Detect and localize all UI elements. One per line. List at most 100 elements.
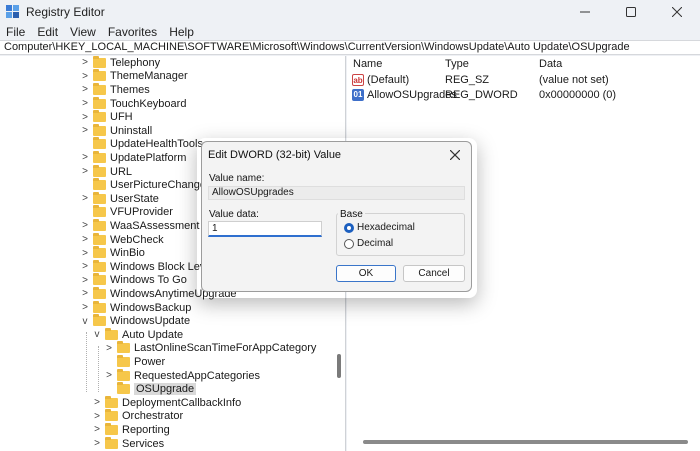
tree-item-label: UFH [110,111,133,124]
chevron-right-icon[interactable]: > [80,98,90,109]
chevron-right-icon[interactable]: > [80,125,90,136]
chevron-right-icon[interactable]: > [92,438,102,449]
maximize-button[interactable] [608,0,654,23]
tree-item[interactable]: > Windows To Go [80,273,187,288]
address-bar[interactable]: Computer\HKEY_LOCAL_MACHINE\SOFTWARE\Mic… [0,40,700,55]
tree-item[interactable]: > Telephony [80,56,160,70]
menu-favorites[interactable]: Favorites [108,25,157,39]
tree-item-label: TouchKeyboard [110,97,187,110]
list-header: Name Type Data [347,58,700,72]
value-data: (value not set) [539,74,609,86]
tree-item-label: Auto Update [122,328,184,341]
chevron-down-icon[interactable]: v [92,329,102,340]
folder-icon [93,123,106,136]
value-data-input[interactable]: 1 [208,221,322,237]
value-row[interactable]: ab (Default) REG_SZ (value not set) [347,74,700,88]
chevron-right-icon[interactable]: > [80,261,90,272]
folder-icon [117,382,130,395]
tree-item[interactable]: > UFH [80,110,133,124]
tree-item[interactable]: UpdateHealthTools [80,137,203,152]
tree-item-label: URL [110,165,133,178]
value-row[interactable]: 01 AllowOSUpgrades REG_DWORD 0x00000000 … [347,89,700,103]
tree-item[interactable]: > WindowsBackup [80,300,191,315]
tree-item[interactable]: > URL [80,164,133,179]
column-header-type[interactable]: Type [445,58,469,70]
folder-icon [93,69,106,82]
tree-item[interactable]: > Orchestrator [92,409,183,424]
chevron-right-icon[interactable]: > [80,57,90,68]
tree-scrollbar-thumb[interactable] [337,354,341,378]
folder-icon [93,286,106,299]
chevron-right-icon[interactable]: > [80,166,90,177]
tree-item[interactable]: > UpdatePlatform [80,150,186,165]
folder-icon [93,273,106,286]
tree-item[interactable]: > ThemeManager [80,69,188,84]
chevron-right-icon[interactable]: > [92,411,102,422]
column-header-name[interactable]: Name [353,58,382,70]
menu-edit[interactable]: Edit [37,25,58,39]
chevron-right-icon[interactable]: > [80,220,90,231]
close-window-button[interactable] [654,0,700,23]
chevron-down-icon[interactable]: v [80,316,90,327]
value-name: AllowOSUpgrades [367,89,457,101]
folder-icon [93,150,106,163]
column-header-data[interactable]: Data [539,58,562,70]
tree-item[interactable]: > UserState [80,191,159,206]
folder-icon [93,246,106,259]
chevron-right-icon[interactable]: > [80,275,90,286]
tree-item[interactable]: > Reporting [92,422,170,437]
title-bar: Registry Editor [0,0,700,23]
tree-item[interactable]: v WindowsUpdate [80,314,190,328]
tree-item[interactable]: OSUpgrade [104,382,197,396]
minimize-button[interactable] [562,0,608,23]
chevron-right-icon[interactable]: > [80,193,90,204]
tree-item-label: UserState [110,192,159,205]
chevron-right-icon[interactable]: > [80,84,90,95]
chevron-right-icon[interactable]: > [104,343,114,354]
hexadecimal-radio[interactable] [344,222,354,233]
decimal-radio-row[interactable]: Decimal [344,238,393,249]
tree-item[interactable]: UserPictureChange [80,178,206,192]
tree-item-label: RequestedAppCategories [134,369,260,382]
value-name-field: AllowOSUpgrades [208,186,465,200]
tree-item[interactable]: > LastOnlineScanTimeForAppCategory [104,341,316,356]
tree-item[interactable]: > WinBio [80,246,145,260]
tree-item[interactable]: > Services [92,436,164,451]
registry-editor-icon [6,5,19,18]
tree-item[interactable]: Power [104,354,165,369]
tree-item[interactable]: VFUProvider [80,205,173,220]
tree-item[interactable]: > RequestedAppCategories [104,368,260,383]
menu-help[interactable]: Help [169,25,194,39]
tree-item[interactable]: > TouchKeyboard [80,96,187,111]
chevron-right-icon[interactable]: > [80,71,90,82]
chevron-right-icon[interactable]: > [104,370,114,381]
chevron-right-icon[interactable]: > [92,424,102,435]
tree-item[interactable]: > Themes [80,82,150,97]
hexadecimal-radio-row[interactable]: Hexadecimal [344,222,415,233]
folder-icon [93,232,106,245]
edit-dword-dialog: Edit DWORD (32-bit) Value Value name: Al… [201,141,472,292]
tree-item[interactable]: > Uninstall [80,123,152,138]
tree-item[interactable]: > WaaSAssessment [80,218,200,233]
folder-icon [93,205,106,218]
menu-view[interactable]: View [70,25,96,39]
tree-item[interactable]: > DeploymentCallbackInfo [92,395,241,410]
chevron-right-icon[interactable]: > [80,288,90,299]
ok-button[interactable]: OK [336,265,396,282]
list-horizontal-scrollbar[interactable] [363,440,688,444]
tree-item[interactable]: v Auto Update [92,327,184,342]
menu-file[interactable]: File [6,25,25,39]
chevron-right-icon[interactable]: > [80,302,90,313]
chevron-right-icon[interactable]: > [92,397,102,408]
tree-item-label: WaaSAssessment [110,219,200,232]
chevron-right-icon[interactable]: > [80,248,90,259]
folder-icon [93,218,106,231]
chevron-right-icon[interactable]: > [80,112,90,123]
dialog-close-button[interactable] [447,145,463,164]
folder-icon [117,354,130,367]
chevron-right-icon[interactable]: > [80,152,90,163]
decimal-radio[interactable] [344,238,354,249]
cancel-button[interactable]: Cancel [403,265,465,282]
tree-item[interactable]: > WebCheck [80,232,164,247]
chevron-right-icon[interactable]: > [80,234,90,245]
